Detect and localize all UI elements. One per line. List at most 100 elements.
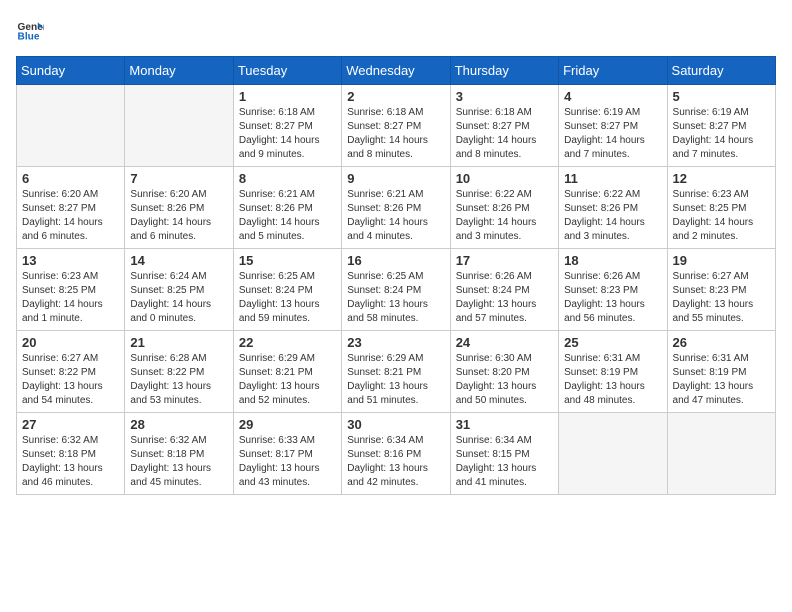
logo: General Blue — [16, 16, 44, 44]
calendar-day-cell: 5 Sunrise: 6:19 AM Sunset: 8:27 PM Daylig… — [667, 85, 775, 167]
day-info: Sunrise: 6:33 AM Sunset: 8:17 PM Dayligh… — [239, 434, 336, 490]
day-info: Sunrise: 6:23 AM Sunset: 8:25 PM Dayligh… — [22, 270, 119, 326]
calendar-day-cell: 3 Sunrise: 6:18 AM Sunset: 8:27 PM Daylig… — [450, 85, 558, 167]
day-number: 1 — [239, 89, 336, 104]
day-number: 17 — [456, 253, 553, 268]
weekday-header-cell: Saturday — [667, 57, 775, 85]
day-info: Sunrise: 6:18 AM Sunset: 8:27 PM Dayligh… — [456, 106, 553, 162]
day-info: Sunrise: 6:23 AM Sunset: 8:25 PM Dayligh… — [673, 188, 770, 244]
day-number: 4 — [564, 89, 661, 104]
weekday-header-cell: Monday — [125, 57, 233, 85]
day-info: Sunrise: 6:29 AM Sunset: 8:21 PM Dayligh… — [347, 352, 444, 408]
weekday-header-cell: Tuesday — [233, 57, 341, 85]
day-info: Sunrise: 6:18 AM Sunset: 8:27 PM Dayligh… — [239, 106, 336, 162]
calendar-day-cell: 15 Sunrise: 6:25 AM Sunset: 8:24 PM Dayli… — [233, 249, 341, 331]
calendar-day-cell: 6Sunrise: 6:20 AM Sunset: 8:27 PM Daylig… — [17, 167, 125, 249]
day-number: 23 — [347, 335, 444, 350]
weekday-header-cell: Wednesday — [342, 57, 450, 85]
day-number: 12 — [673, 171, 770, 186]
day-number: 26 — [673, 335, 770, 350]
calendar-day-cell: 29 Sunrise: 6:33 AM Sunset: 8:17 PM Dayli… — [233, 413, 341, 495]
calendar-day-cell: 18 Sunrise: 6:26 AM Sunset: 8:23 PM Dayli… — [559, 249, 667, 331]
calendar-day-cell: 25Sunrise: 6:31 AM Sunset: 8:19 PM Dayli… — [559, 331, 667, 413]
day-info: Sunrise: 6:25 AM Sunset: 8:24 PM Dayligh… — [347, 270, 444, 326]
calendar-day-cell: 16 Sunrise: 6:25 AM Sunset: 8:24 PM Dayli… — [342, 249, 450, 331]
calendar-day-cell: 11Sunrise: 6:22 AM Sunset: 8:26 PM Dayli… — [559, 167, 667, 249]
day-number: 5 — [673, 89, 770, 104]
calendar-day-cell: 27Sunrise: 6:32 AM Sunset: 8:18 PM Dayli… — [17, 413, 125, 495]
day-number: 19 — [673, 253, 770, 268]
calendar-day-cell: 24 Sunrise: 6:30 AM Sunset: 8:20 PM Dayli… — [450, 331, 558, 413]
day-info: Sunrise: 6:20 AM Sunset: 8:26 PM Dayligh… — [130, 188, 227, 244]
calendar-week-row: 13 Sunrise: 6:23 AM Sunset: 8:25 PM Dayli… — [17, 249, 776, 331]
calendar-day-cell: 21Sunrise: 6:28 AM Sunset: 8:22 PM Dayli… — [125, 331, 233, 413]
logo-icon: General Blue — [16, 16, 44, 44]
day-info: Sunrise: 6:26 AM Sunset: 8:23 PM Dayligh… — [564, 270, 661, 326]
day-info: Sunrise: 6:25 AM Sunset: 8:24 PM Dayligh… — [239, 270, 336, 326]
weekday-header-row: SundayMondayTuesdayWednesdayThursdayFrid… — [17, 57, 776, 85]
calendar-day-cell: 19 Sunrise: 6:27 AM Sunset: 8:23 PM Dayli… — [667, 249, 775, 331]
day-info: Sunrise: 6:22 AM Sunset: 8:26 PM Dayligh… — [456, 188, 553, 244]
day-info: Sunrise: 6:34 AM Sunset: 8:15 PM Dayligh… — [456, 434, 553, 490]
day-info: Sunrise: 6:24 AM Sunset: 8:25 PM Dayligh… — [130, 270, 227, 326]
day-info: Sunrise: 6:19 AM Sunset: 8:27 PM Dayligh… — [673, 106, 770, 162]
day-number: 10 — [456, 171, 553, 186]
day-info: Sunrise: 6:32 AM Sunset: 8:18 PM Dayligh… — [22, 434, 119, 490]
day-number: 2 — [347, 89, 444, 104]
day-number: 18 — [564, 253, 661, 268]
calendar-day-cell: 9 Sunrise: 6:21 AM Sunset: 8:26 PM Daylig… — [342, 167, 450, 249]
day-info: Sunrise: 6:27 AM Sunset: 8:22 PM Dayligh… — [22, 352, 119, 408]
day-info: Sunrise: 6:29 AM Sunset: 8:21 PM Dayligh… — [239, 352, 336, 408]
day-info: Sunrise: 6:22 AM Sunset: 8:26 PM Dayligh… — [564, 188, 661, 244]
calendar-day-cell: 26Sunrise: 6:31 AM Sunset: 8:19 PM Dayli… — [667, 331, 775, 413]
day-number: 24 — [456, 335, 553, 350]
calendar-day-cell: 20 Sunrise: 6:27 AM Sunset: 8:22 PM Dayli… — [17, 331, 125, 413]
day-info: Sunrise: 6:21 AM Sunset: 8:26 PM Dayligh… — [347, 188, 444, 244]
calendar-week-row: 6Sunrise: 6:20 AM Sunset: 8:27 PM Daylig… — [17, 167, 776, 249]
calendar-day-cell — [17, 85, 125, 167]
calendar-day-cell: 10 Sunrise: 6:22 AM Sunset: 8:26 PM Dayli… — [450, 167, 558, 249]
day-number: 14 — [130, 253, 227, 268]
day-number: 29 — [239, 417, 336, 432]
day-number: 3 — [456, 89, 553, 104]
day-info: Sunrise: 6:21 AM Sunset: 8:26 PM Dayligh… — [239, 188, 336, 244]
calendar-day-cell: 1 Sunrise: 6:18 AM Sunset: 8:27 PM Daylig… — [233, 85, 341, 167]
day-info: Sunrise: 6:28 AM Sunset: 8:22 PM Dayligh… — [130, 352, 227, 408]
calendar-day-cell: 30Sunrise: 6:34 AM Sunset: 8:16 PM Dayli… — [342, 413, 450, 495]
calendar-day-cell: 13 Sunrise: 6:23 AM Sunset: 8:25 PM Dayli… — [17, 249, 125, 331]
day-number: 13 — [22, 253, 119, 268]
day-number: 22 — [239, 335, 336, 350]
calendar-day-cell: 31 Sunrise: 6:34 AM Sunset: 8:15 PM Dayli… — [450, 413, 558, 495]
calendar-day-cell: 8 Sunrise: 6:21 AM Sunset: 8:26 PM Daylig… — [233, 167, 341, 249]
calendar-body: 1 Sunrise: 6:18 AM Sunset: 8:27 PM Daylig… — [17, 85, 776, 495]
calendar-day-cell: 2 Sunrise: 6:18 AM Sunset: 8:27 PM Daylig… — [342, 85, 450, 167]
calendar-day-cell: 14 Sunrise: 6:24 AM Sunset: 8:25 PM Dayli… — [125, 249, 233, 331]
calendar-week-row: 20 Sunrise: 6:27 AM Sunset: 8:22 PM Dayli… — [17, 331, 776, 413]
weekday-header-cell: Friday — [559, 57, 667, 85]
svg-text:Blue: Blue — [18, 31, 40, 42]
day-info: Sunrise: 6:32 AM Sunset: 8:18 PM Dayligh… — [130, 434, 227, 490]
day-info: Sunrise: 6:30 AM Sunset: 8:20 PM Dayligh… — [456, 352, 553, 408]
calendar-week-row: 1 Sunrise: 6:18 AM Sunset: 8:27 PM Daylig… — [17, 85, 776, 167]
day-number: 25 — [564, 335, 661, 350]
day-info: Sunrise: 6:27 AM Sunset: 8:23 PM Dayligh… — [673, 270, 770, 326]
day-info: Sunrise: 6:20 AM Sunset: 8:27 PM Dayligh… — [22, 188, 119, 244]
calendar-day-cell: 22 Sunrise: 6:29 AM Sunset: 8:21 PM Dayli… — [233, 331, 341, 413]
day-number: 8 — [239, 171, 336, 186]
page-header: General Blue — [16, 16, 776, 44]
day-info: Sunrise: 6:18 AM Sunset: 8:27 PM Dayligh… — [347, 106, 444, 162]
calendar-day-cell — [667, 413, 775, 495]
calendar-day-cell: 17 Sunrise: 6:26 AM Sunset: 8:24 PM Dayli… — [450, 249, 558, 331]
day-number: 9 — [347, 171, 444, 186]
day-number: 28 — [130, 417, 227, 432]
day-info: Sunrise: 6:19 AM Sunset: 8:27 PM Dayligh… — [564, 106, 661, 162]
day-number: 31 — [456, 417, 553, 432]
day-number: 20 — [22, 335, 119, 350]
day-number: 16 — [347, 253, 444, 268]
day-number: 15 — [239, 253, 336, 268]
calendar-day-cell: 7Sunrise: 6:20 AM Sunset: 8:26 PM Daylig… — [125, 167, 233, 249]
weekday-header-cell: Sunday — [17, 57, 125, 85]
calendar-day-cell: 12 Sunrise: 6:23 AM Sunset: 8:25 PM Dayli… — [667, 167, 775, 249]
calendar-week-row: 27Sunrise: 6:32 AM Sunset: 8:18 PM Dayli… — [17, 413, 776, 495]
day-info: Sunrise: 6:26 AM Sunset: 8:24 PM Dayligh… — [456, 270, 553, 326]
